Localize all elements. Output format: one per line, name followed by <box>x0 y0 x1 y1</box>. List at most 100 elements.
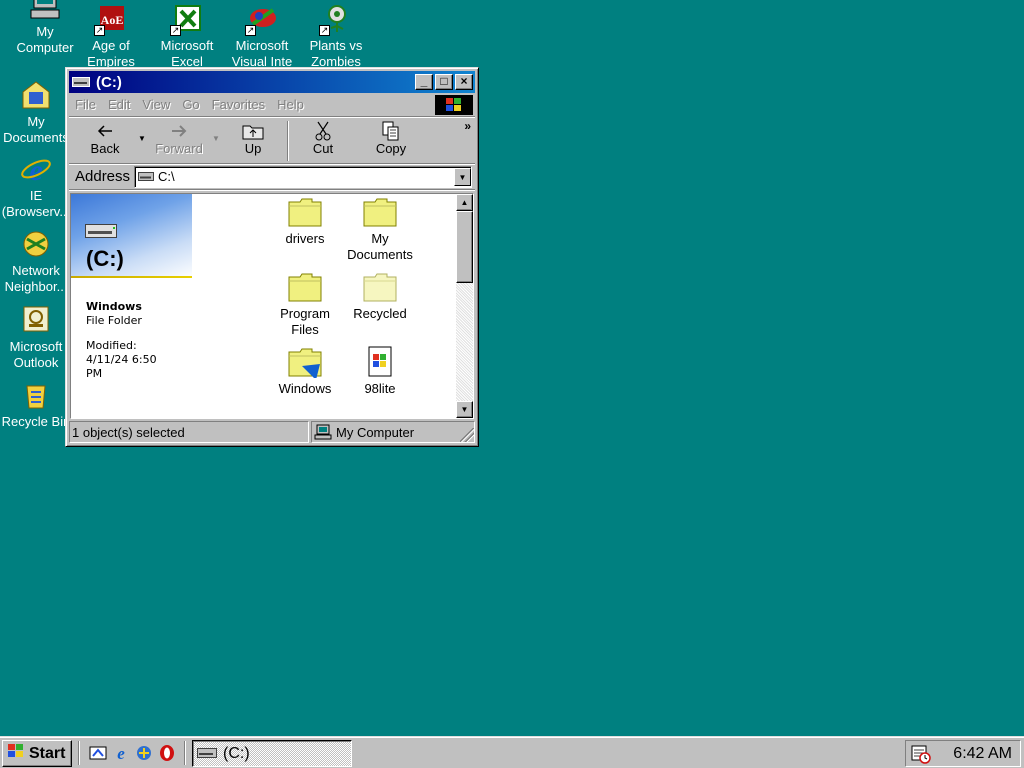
desktop-icon-network-neighborhood[interactable]: Network Neighbor... <box>0 227 74 295</box>
desktop-icon-age-of-empires[interactable]: AoE ↗ Age of Empires <box>73 2 149 70</box>
plants-vs-zombies-icon: ↗ <box>319 2 353 36</box>
resize-grip[interactable] <box>460 428 474 442</box>
system-tray: 6:42 AM <box>905 740 1021 767</box>
desktop-icon-microsoft-outlook[interactable]: Microsoft Outlook <box>0 303 74 371</box>
internet-explorer-icon[interactable]: e <box>109 742 132 764</box>
folder-icon <box>288 271 322 303</box>
selected-item-name: Windows <box>86 300 142 313</box>
setup-file-icon <box>363 346 397 378</box>
folder-icon <box>288 196 322 228</box>
taskbar-separator <box>184 741 186 765</box>
cut-button[interactable]: Cut <box>293 119 353 163</box>
close-button[interactable]: × <box>455 74 473 90</box>
status-selection: 1 object(s) selected <box>69 421 309 443</box>
desktop-icon-plants-vs-zombies[interactable]: ↗ Plants vs Zombies <box>298 2 374 70</box>
file-item-windows[interactable]: Windows <box>266 346 344 397</box>
desktop-icon-my-computer[interactable]: My Computer <box>7 0 83 56</box>
scheduler-icon[interactable] <box>910 744 932 764</box>
folder-content-pane: (C:) Windows File Folder Modified: 4/11/… <box>70 193 474 419</box>
quick-launch-bar: e <box>86 742 178 764</box>
forward-button[interactable]: Forward <box>149 119 209 163</box>
drive-icon <box>72 74 90 91</box>
file-item-label: 98lite <box>364 381 396 396</box>
menu-edit[interactable]: Edit <box>102 97 136 112</box>
explorer-window: (C:) _ □ × File Edit View Go Favorites H… <box>65 67 479 447</box>
menu-file[interactable]: File <box>69 97 102 112</box>
desktop-icon-label: Microsoft Visual Inte <box>231 38 293 69</box>
selected-item-type: File Folder <box>86 314 142 327</box>
my-computer-icon <box>314 424 332 440</box>
clock[interactable]: 6:42 AM <box>953 745 1012 763</box>
age-of-empires-icon: AoE ↗ <box>94 2 128 36</box>
address-value: C:\ <box>158 169 175 184</box>
back-arrow-icon <box>93 121 117 141</box>
desktop-icon-label: Plants vs Zombies <box>309 38 363 69</box>
file-item-drivers[interactable]: drivers <box>266 196 344 247</box>
cut-label: Cut <box>312 141 334 156</box>
minimize-button[interactable]: _ <box>415 74 433 90</box>
back-button[interactable]: Back <box>75 119 135 163</box>
file-item-my-documents[interactable]: My Documents <box>341 196 419 263</box>
scroll-up-button[interactable]: ▲ <box>456 194 473 211</box>
address-field[interactable]: C:\ ▼ <box>134 165 472 188</box>
copy-button[interactable]: Copy <box>361 119 421 163</box>
windows-flag-icon <box>6 743 26 764</box>
file-item-label: Recycled <box>353 306 407 321</box>
opera-icon[interactable] <box>155 742 178 764</box>
status-zone: My Computer <box>311 421 475 443</box>
excel-icon: ↗ <box>170 2 204 36</box>
desktop-icon-visual-interdev[interactable]: ↗ Microsoft Visual Inte <box>224 2 300 70</box>
file-item-label: My Documents <box>347 231 413 262</box>
modified-value: 4/11/24 6:50 PM <box>86 353 157 380</box>
maximize-button[interactable]: □ <box>435 74 453 90</box>
menu-view[interactable]: View <box>136 97 176 112</box>
desktop-icon-internet-explorer[interactable]: e IE (Browserv... <box>0 152 74 220</box>
desktop-icon-label: Microsoft Outlook <box>9 339 63 370</box>
network-neighborhood-icon <box>19 227 53 261</box>
menu-help[interactable]: Help <box>271 97 310 112</box>
address-dropdown-button[interactable]: ▼ <box>454 167 471 186</box>
toolbar-more-chevron[interactable]: » <box>464 119 471 133</box>
shortcut-arrow-icon: ↗ <box>245 25 256 36</box>
file-item-label: Windows <box>278 381 332 396</box>
title-bar[interactable]: (C:) _ □ × <box>69 71 475 93</box>
vertical-scrollbar[interactable]: ▲ ▼ <box>456 194 473 418</box>
menu-go[interactable]: Go <box>176 97 205 112</box>
show-desktop-icon[interactable] <box>86 742 109 764</box>
taskbar-button-c-drive[interactable]: (C:) <box>192 740 352 767</box>
folder-icon <box>288 346 322 380</box>
back-dropdown-arrow[interactable]: ▼ <box>135 119 149 163</box>
scissors-icon <box>311 121 335 141</box>
copy-label: Copy <box>375 141 407 156</box>
window-title: (C:) <box>96 73 122 91</box>
shortcut-arrow-icon: ↗ <box>319 25 330 36</box>
file-item-98lite[interactable]: 98lite <box>341 346 419 397</box>
web-view-info-panel: (C:) Windows File Folder Modified: 4/11/… <box>71 194 271 418</box>
taskbar-separator <box>78 741 80 765</box>
forward-label: Forward <box>155 141 203 156</box>
scroll-down-button[interactable]: ▼ <box>456 401 473 418</box>
outlook-express-icon[interactable] <box>132 742 155 764</box>
modified-label: Modified: <box>86 339 137 352</box>
up-button[interactable]: Up <box>223 119 283 163</box>
my-documents-icon <box>19 78 53 112</box>
file-item-recycled[interactable]: Recycled <box>341 271 419 322</box>
standard-toolbar: Back ▼ Forward ▼ Up Cut Copy » <box>69 117 475 164</box>
forward-dropdown-arrow[interactable]: ▼ <box>209 119 223 163</box>
drive-title: (C:) <box>86 246 124 271</box>
desktop-icon-label: IE (Browserv... <box>1 188 71 219</box>
desktop-icon-my-documents[interactable]: My Documents <box>0 78 74 146</box>
menu-favorites[interactable]: Favorites <box>206 97 271 112</box>
drive-icon <box>85 224 117 241</box>
file-item-program-files[interactable]: Program Files <box>266 271 344 338</box>
shortcut-arrow-icon: ↗ <box>94 25 105 36</box>
status-bar: 1 object(s) selected My Computer <box>69 421 475 443</box>
start-button[interactable]: Start <box>2 740 72 767</box>
scroll-thumb[interactable] <box>456 211 473 283</box>
drive-icon <box>197 745 217 763</box>
menu-bar: File Edit View Go Favorites Help <box>69 93 475 117</box>
desktop-icon-recycle-bin[interactable]: Recycle Bin <box>0 378 74 430</box>
desktop-icon-microsoft-excel[interactable]: ↗ Microsoft Excel <box>149 2 225 70</box>
file-item-label: drivers <box>285 231 325 246</box>
file-item-label: Program Files <box>280 306 330 337</box>
